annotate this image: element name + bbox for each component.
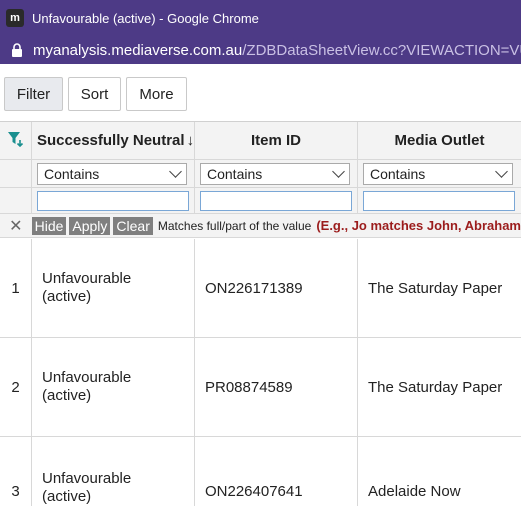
select-value: Contains bbox=[44, 165, 100, 182]
table-row[interactable]: 1 Unfavourable (active) ON226171389 The … bbox=[0, 239, 521, 338]
address-bar[interactable]: myanalysis.mediaverse.com.au/ZDBDataShee… bbox=[0, 36, 521, 64]
cell-text-line: Unfavourable bbox=[42, 270, 132, 287]
apply-filter-button[interactable]: Apply bbox=[69, 216, 111, 235]
cell-successfully-neutral[interactable]: Unfavourable (active) bbox=[32, 338, 195, 437]
url-text[interactable]: myanalysis.mediaverse.com.au/ZDBDataShee… bbox=[33, 42, 521, 59]
cell-text-line: (active) bbox=[42, 288, 92, 305]
column-header-label: Item ID bbox=[250, 132, 301, 149]
filter-hint: Matches full/part of the value bbox=[157, 218, 312, 233]
filter-row-spacer bbox=[0, 188, 32, 214]
toolbar: Filter Sort More bbox=[0, 64, 521, 121]
table-row[interactable]: 3 Unfavourable (active) ON226407641 Adel… bbox=[0, 437, 521, 506]
filter-operator-cell: Contains bbox=[32, 160, 195, 188]
table-row[interactable]: 2 Unfavourable (active) PR08874589 The S… bbox=[0, 338, 521, 437]
column-header-media-outlet[interactable]: Media Outlet bbox=[358, 122, 521, 160]
select-value: Contains bbox=[370, 165, 426, 182]
cell-item-id[interactable]: ON226407641 bbox=[195, 437, 358, 506]
filter-row-spacer bbox=[0, 160, 32, 188]
column-header-successfully-neutral[interactable]: Successfully Neutral ↓ bbox=[32, 122, 195, 160]
cell-item-id[interactable]: PR08874589 bbox=[195, 338, 358, 437]
row-number: 2 bbox=[0, 338, 32, 437]
filter-operator-select-item-id[interactable]: Contains bbox=[200, 162, 350, 185]
cell-media-outlet[interactable]: Adelaide Now bbox=[358, 437, 521, 506]
column-header-label: Successfully Neutral bbox=[37, 132, 185, 149]
data-grid: Successfully Neutral ↓ Item ID Media Out… bbox=[0, 121, 521, 506]
hide-filter-button[interactable]: Hide bbox=[31, 216, 67, 235]
column-header-item-id[interactable]: Item ID bbox=[195, 122, 358, 160]
url-host: myanalysis.mediaverse.com.au bbox=[33, 41, 243, 59]
cell-item-id[interactable]: ON226171389 bbox=[195, 239, 358, 338]
filter-input-item-id[interactable] bbox=[200, 190, 352, 211]
filter-input-row bbox=[0, 188, 521, 214]
cell-media-outlet[interactable]: The Saturday Paper bbox=[358, 338, 521, 437]
filter-operator-select-successfully-neutral[interactable]: Contains bbox=[37, 162, 187, 185]
clear-filter-button[interactable]: Clear bbox=[113, 216, 153, 235]
select-value: Contains bbox=[207, 165, 263, 182]
close-icon[interactable]: ✕ bbox=[0, 216, 32, 236]
cell-text-line: Unfavourable bbox=[42, 369, 132, 386]
filter-action-row: ✕ Hide Apply Clear Matches full/part of … bbox=[0, 214, 521, 238]
filter-input-successfully-neutral[interactable] bbox=[37, 190, 189, 211]
cell-successfully-neutral[interactable]: Unfavourable (active) bbox=[32, 437, 195, 506]
chevron-down-icon bbox=[169, 165, 182, 178]
url-path: /ZDBDataSheetView.cc?VIEWACTION=VUD bbox=[242, 41, 521, 59]
cell-text-line: Unfavourable bbox=[42, 470, 132, 487]
row-number: 3 bbox=[0, 437, 32, 506]
filter-operator-select-media-outlet[interactable]: Contains bbox=[363, 162, 513, 185]
window-title: Unfavourable (active) - Google Chrome bbox=[32, 10, 259, 26]
filter-button[interactable]: Filter bbox=[4, 77, 63, 111]
filter-input-cell bbox=[195, 188, 358, 214]
filter-input-media-outlet[interactable] bbox=[363, 190, 515, 211]
sort-desc-icon: ↓ bbox=[186, 132, 195, 149]
cell-media-outlet[interactable]: The Saturday Paper bbox=[358, 239, 521, 338]
filter-operator-cell: Contains bbox=[358, 160, 521, 188]
filter-icon[interactable] bbox=[7, 131, 25, 151]
filter-input-cell bbox=[32, 188, 195, 214]
window-title-bar: m Unfavourable (active) - Google Chrome bbox=[0, 0, 521, 36]
filter-example: (E.g., Jo matches John, Abraham bbox=[316, 218, 521, 233]
chevron-down-icon bbox=[332, 165, 345, 178]
filter-operator-cell: Contains bbox=[195, 160, 358, 188]
row-number: 1 bbox=[0, 239, 32, 338]
cell-successfully-neutral[interactable]: Unfavourable (active) bbox=[32, 239, 195, 338]
cell-text-line: (active) bbox=[42, 488, 92, 505]
app-icon: m bbox=[6, 9, 24, 27]
filter-input-cell bbox=[358, 188, 521, 214]
lock-icon bbox=[11, 43, 23, 57]
grid-header-row: Successfully Neutral ↓ Item ID Media Out… bbox=[0, 122, 521, 160]
cell-text-line: (active) bbox=[42, 387, 92, 404]
column-header-label: Media Outlet bbox=[394, 132, 485, 149]
sort-button[interactable]: Sort bbox=[68, 77, 121, 111]
filter-operator-row: Contains Contains Contains bbox=[0, 160, 521, 188]
filter-toggle-cell[interactable] bbox=[0, 122, 32, 160]
chevron-down-icon bbox=[495, 165, 508, 178]
more-button[interactable]: More bbox=[126, 77, 187, 111]
